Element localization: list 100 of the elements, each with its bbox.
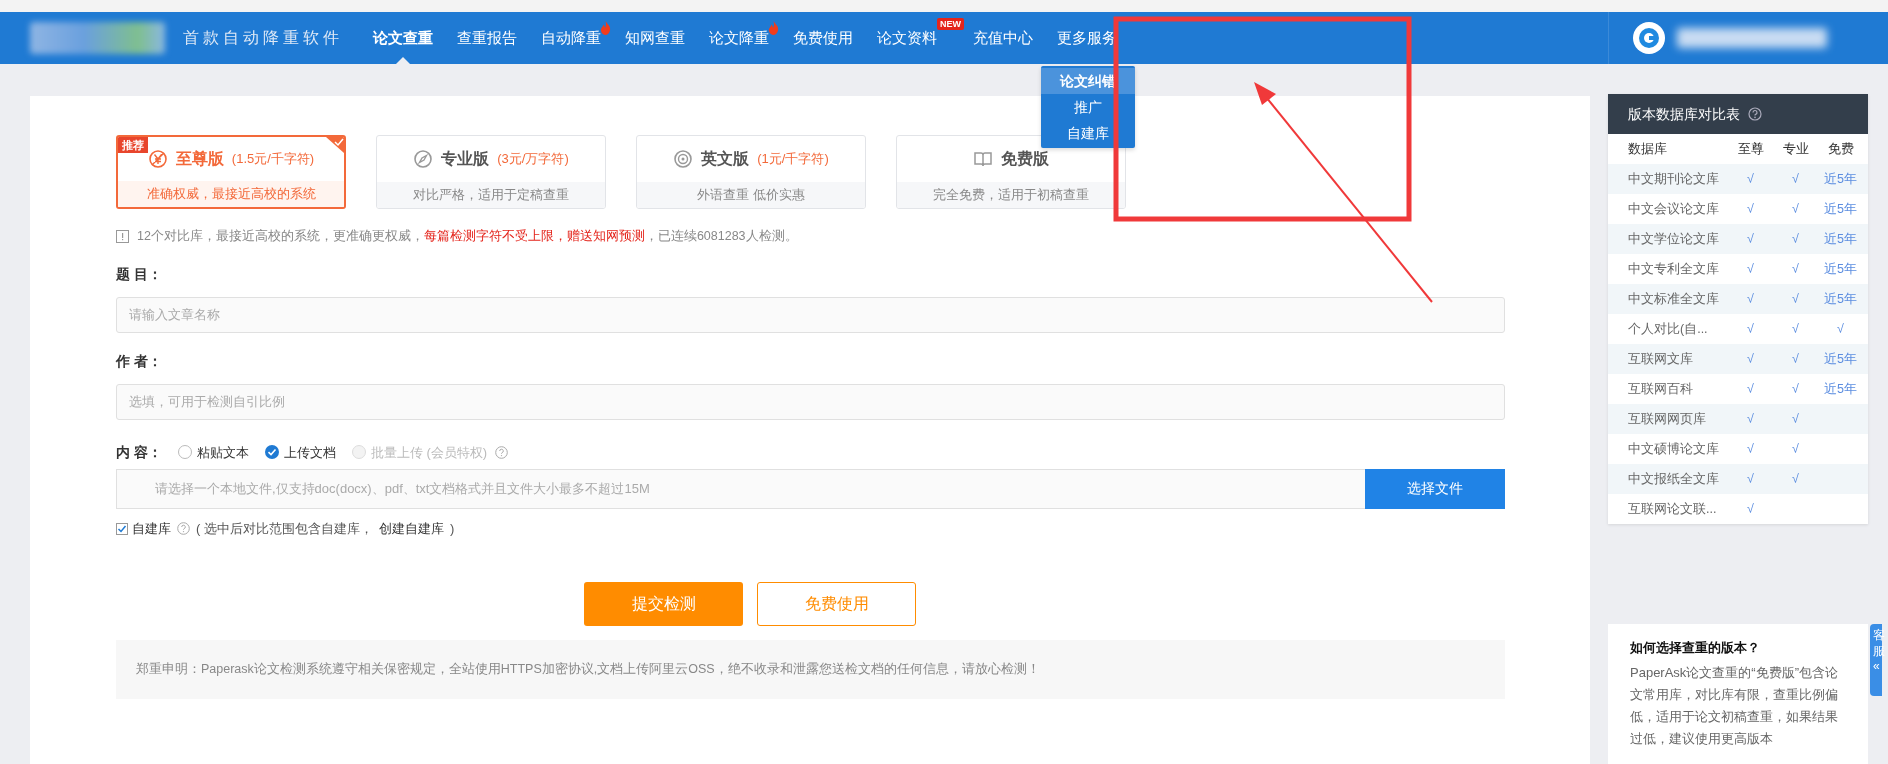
author-input[interactable]: 选填，可用于检测自引比例	[116, 383, 1505, 420]
table-cell-text: √	[1791, 230, 1800, 248]
new-badge: NEW	[937, 18, 964, 30]
compass-icon	[413, 149, 434, 169]
checkbox[interactable]: 自建库	[116, 518, 171, 539]
dropdown-item[interactable]: 推广	[1041, 94, 1135, 120]
table-cell-text: √	[1791, 350, 1800, 368]
version-description: 外语查重 低价实惠	[637, 182, 865, 208]
table-cell-text: 近5年	[1823, 290, 1858, 308]
version-price: (1.5元/千字符)	[231, 150, 315, 169]
book-icon	[973, 149, 993, 169]
table-cell-text: 中文会议论文库	[1628, 200, 1720, 218]
table-cell-text: √	[1791, 260, 1800, 278]
title-input[interactable]: 请输入文章名称	[116, 296, 1505, 333]
closing-parenthesis: )	[449, 519, 455, 538]
version-description: 完全免费，适用于初稿查重	[897, 182, 1125, 208]
brand-tagline: 首款自动降重软件	[183, 27, 343, 49]
author-label: 作 者：	[116, 351, 163, 371]
table-cell-text: √	[1746, 320, 1755, 338]
table-cell-text: 近5年	[1823, 380, 1858, 398]
check-icon	[117, 523, 127, 534]
title-label: 题 目：	[116, 264, 163, 284]
table-cell-text: √	[1791, 380, 1800, 398]
nav-link[interactable]: 知网查重	[613, 12, 697, 64]
nav-link[interactable]: 查重报告	[445, 12, 529, 64]
create-library-link[interactable]: 创建自建库	[378, 518, 444, 539]
version-card[interactable]: 至尊版 (1.5元/千字符) 准确权威，最接近高校的系统 推荐	[116, 135, 346, 209]
table-cell-text: √	[1746, 410, 1755, 428]
table-cell-text: 个人对比(自...	[1628, 320, 1709, 338]
version-title: 英文版	[701, 149, 750, 169]
choose-file-button[interactable]: 选择文件	[1365, 468, 1505, 509]
submit-button[interactable]: 提交检测	[584, 582, 743, 627]
recommended-badge: 推荐	[118, 137, 148, 153]
radio-option[interactable]: 上传文档	[264, 442, 336, 462]
dropdown-item[interactable]: 论文纠错	[1041, 68, 1135, 94]
version-title: 至尊版	[175, 149, 224, 169]
content-label: 内 容：	[116, 442, 162, 462]
table-cell-text: 中文期刊论文库	[1628, 170, 1720, 188]
table-cell-text: √	[1791, 320, 1800, 338]
version-note: 12个对比库，最接近高校的系统，更准确更权威，每篇检测字符不受上限，赠送知网预测，已连续6081283人检测。	[137, 228, 798, 245]
comparison-title: 版本数据库对比表	[1628, 104, 1740, 124]
library-hint: ( 选中后对比范围包含自建库，	[196, 519, 373, 538]
table-cell-text: √	[1791, 410, 1800, 428]
help-text: PaperAsk论文查重的“免费版”包含论文常用库，对比库有限，查重比例偏低，适用于论文初稿查重，如果结果过低，建议使用更高版本	[1630, 663, 1840, 748]
nav-link[interactable]: 论文资料	[865, 12, 939, 64]
info-icon	[116, 229, 129, 243]
table-cell-text: √	[1746, 500, 1755, 518]
table-cell-text: 近5年	[1823, 350, 1858, 368]
version-price: (1元/千字符)	[757, 150, 829, 169]
table-cell-text: √	[1746, 440, 1755, 458]
table-cell-text: √	[1791, 470, 1800, 488]
version-description: 对比严格，适用于定稿查重	[377, 182, 605, 208]
table-cell-text: 互联网论文联...	[1628, 500, 1718, 518]
table-cell-text: 中文学位论文库	[1628, 230, 1720, 248]
table-cell-text: 中文硕博论文库	[1628, 440, 1720, 458]
table-cell-text: 互联网网页库	[1628, 410, 1707, 428]
nav-link[interactable]: 免费使用	[781, 12, 865, 64]
help-icon[interactable]	[1748, 107, 1762, 121]
table-cell-text: 中文报纸全文库	[1628, 470, 1720, 488]
table-cell-text: √	[1746, 170, 1755, 188]
table-cell-text: 近5年	[1823, 230, 1858, 248]
check-corner-icon	[326, 137, 344, 153]
column-header: 数据库	[1628, 140, 1668, 158]
table-cell-text: 近5年	[1823, 200, 1858, 218]
table-cell-text: 互联网百科	[1628, 380, 1694, 398]
table-cell-text: √	[1746, 200, 1755, 218]
table-cell-text: √	[1791, 290, 1800, 308]
version-description: 准确权威，最接近高校的系统	[118, 181, 344, 207]
disclaimer-text: 郑重申明：Paperask论文检测系统遵守相关保密规定，全站使用HTTPS加密协议,文档上传阿里云OSS，绝不收录和泄露您送检文档的任何信息，请放心检测！	[116, 640, 1505, 699]
column-header: 至尊	[1736, 140, 1765, 158]
table-cell-text: √	[1791, 170, 1800, 188]
table-cell-text: √	[1791, 200, 1800, 218]
column-header: 专业	[1781, 140, 1810, 158]
radio-option[interactable]: 粘贴文本	[177, 442, 249, 462]
free-use-button[interactable]: 免费使用	[757, 582, 916, 627]
table-cell-text: 近5年	[1823, 170, 1858, 188]
nav-link[interactable]: 充值中心	[961, 12, 1045, 64]
nav-link[interactable]: 更多服务	[1045, 12, 1129, 64]
nav-link[interactable]: 论文查重	[361, 12, 445, 64]
column-header: 免费	[1826, 140, 1855, 158]
table-cell-text: √	[1746, 470, 1755, 488]
avatar-icon[interactable]	[1633, 22, 1665, 54]
table-cell-text: 中文标准全文库	[1628, 290, 1720, 308]
table-cell-text: 互联网文库	[1628, 350, 1694, 368]
version-price: (3元/万字符)	[497, 150, 569, 169]
version-title: 免费版	[1001, 149, 1049, 169]
nav-link[interactable]: 自动降重	[529, 12, 613, 64]
table-cell-text: 近5年	[1823, 260, 1858, 278]
version-card[interactable]: 专业版 (3元/万字符) 对比严格，适用于定稿查重	[376, 135, 606, 209]
table-cell-text: 中文专利全文库	[1628, 260, 1720, 278]
help-title: 如何选择查重的版本？	[1630, 639, 1761, 657]
nav-link[interactable]: 论文降重	[697, 12, 781, 64]
version-card[interactable]: 英文版 (1元/千字符) 外语查重 低价实惠	[636, 135, 866, 209]
table-cell-text: √	[1836, 320, 1845, 338]
table-cell-text: √	[1746, 260, 1755, 278]
yen-icon	[147, 149, 168, 169]
table-cell-text: √	[1791, 440, 1800, 458]
table-cell-text: √	[1746, 350, 1755, 368]
version-title: 专业版	[441, 149, 490, 169]
table-cell-text: √	[1746, 230, 1755, 248]
